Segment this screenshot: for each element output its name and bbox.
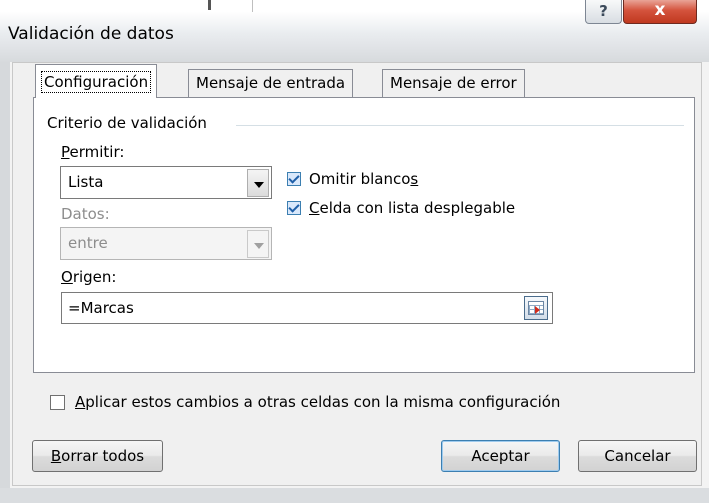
apply-to-all-checkbox[interactable]: Aplicar estos cambios a otras celdas con… xyxy=(50,393,560,411)
close-button[interactable]: x xyxy=(623,0,697,24)
help-button[interactable]: ? xyxy=(585,0,622,24)
allow-value: Lista xyxy=(68,173,104,191)
range-selector-icon[interactable] xyxy=(524,296,548,320)
ignore-blank-label: Omitir blancos xyxy=(309,170,419,188)
chevron-down-icon[interactable] xyxy=(247,169,269,197)
window-left-edge xyxy=(0,62,10,503)
validation-criteria-label: Criterio de validación xyxy=(47,114,213,132)
chevron-down-icon xyxy=(247,230,269,258)
cancel-button[interactable]: Cancelar xyxy=(578,440,697,472)
apply-to-all-label: Aplicar estos cambios a otras celdas con… xyxy=(75,393,561,411)
dialog-title: Validación de datos xyxy=(8,24,174,44)
range-arrow-glyph xyxy=(535,306,540,314)
window-bottom-edge xyxy=(0,488,709,503)
source-input[interactable]: =Marcas xyxy=(61,292,553,324)
tab-mensaje-de-entrada[interactable]: Mensaje de entrada xyxy=(188,69,354,97)
data-value: entre xyxy=(68,234,108,252)
group-separator xyxy=(236,125,684,126)
tab-mensaje-de-error[interactable]: Mensaje de error xyxy=(382,69,525,97)
source-label: Origen: xyxy=(61,268,117,286)
checkbox-unchecked-icon[interactable] xyxy=(50,394,65,410)
clear-all-button[interactable]: Borrar todos xyxy=(32,440,163,472)
checkbox-checked-icon[interactable] xyxy=(287,172,301,186)
data-validation-dialog: Validación de datos ? x Configuración Me… xyxy=(0,0,709,503)
allow-label: Permitir: xyxy=(61,143,125,161)
checkbox-checked-icon[interactable] xyxy=(287,201,301,215)
titlebar-divider xyxy=(252,0,253,12)
in-cell-dropdown-checkbox[interactable]: Celda con lista desplegable xyxy=(287,199,515,217)
tab-configuracion[interactable]: Configuración xyxy=(35,64,158,98)
ok-button[interactable]: Aceptar xyxy=(441,440,560,472)
allow-dropdown[interactable]: Lista xyxy=(60,166,272,199)
ignore-blank-checkbox[interactable]: Omitir blancos xyxy=(287,170,418,188)
data-label: Datos: xyxy=(61,205,110,223)
titlebar-artifact xyxy=(208,0,211,10)
data-dropdown: entre xyxy=(60,227,272,260)
title-bar[interactable]: Validación de datos ? x xyxy=(0,0,709,62)
in-cell-dropdown-label: Celda con lista desplegable xyxy=(309,199,516,217)
source-value: =Marcas xyxy=(68,299,134,317)
